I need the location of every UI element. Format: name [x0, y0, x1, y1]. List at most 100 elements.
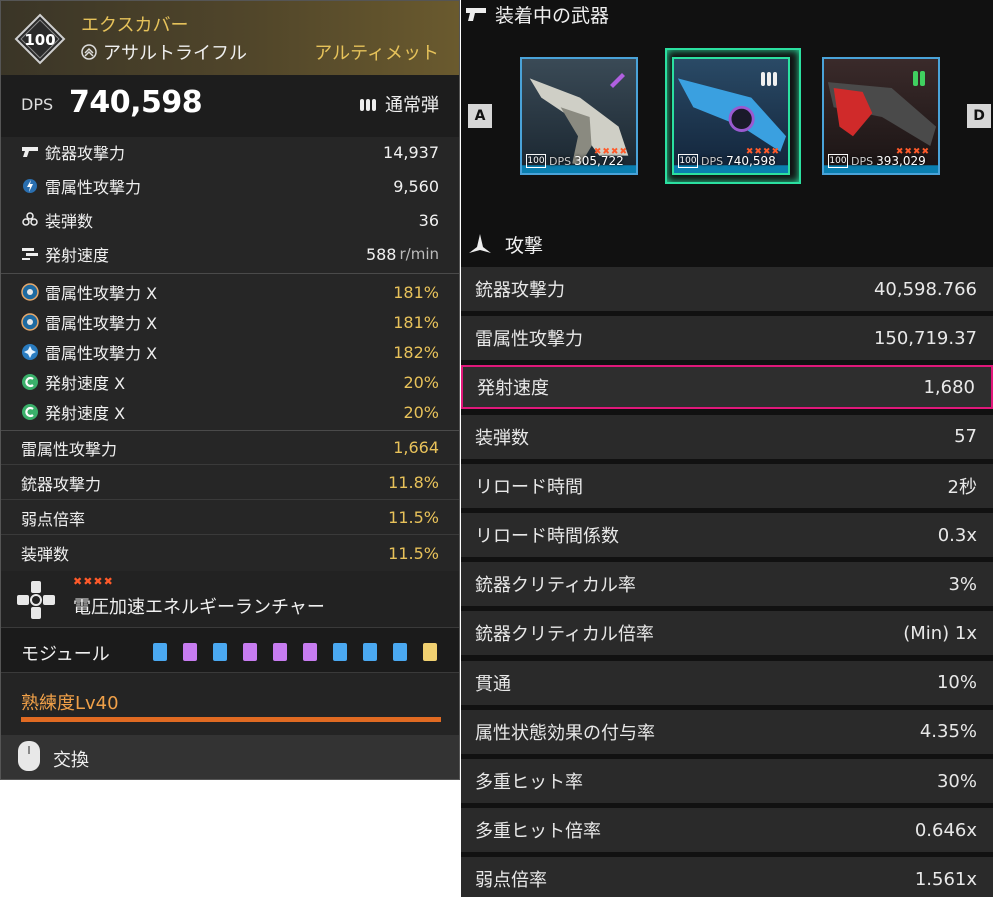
module-chip[interactable] [213, 643, 227, 661]
swap-label: 交換 [53, 750, 89, 771]
attack-stat-value: 57 [954, 426, 977, 448]
attack-stat-row: 装弾数 57 [461, 414, 993, 459]
module-row: モジュール [1, 627, 459, 673]
bonus-value: 11.8% [388, 473, 439, 492]
card-dps-value: 305,722 [574, 154, 624, 168]
bonus-value: 1,664 [393, 438, 439, 457]
level-badge-icon: 100 [14, 13, 66, 65]
dps-value: 740,598 [69, 85, 203, 120]
module-chip[interactable] [303, 643, 317, 661]
stat-label: 発射速度 [45, 246, 110, 265]
ammo-icon [610, 73, 625, 88]
module-chip[interactable] [333, 643, 347, 661]
attack-stat-value: 150,719.37 [873, 327, 977, 349]
weapon-header: 100 エクスカバー アサルトライフル アルティメット [1, 1, 459, 75]
module-chip[interactable] [363, 643, 377, 661]
substat-label: 雷属性攻撃力 X [45, 344, 158, 363]
weapon-name: エクスカバー [81, 15, 189, 36]
bonus-value: 11.5% [388, 543, 439, 563]
attack-stat-row: 銃器攻撃力 40,598.766 [461, 267, 993, 311]
module-chip[interactable] [423, 643, 437, 661]
module-chip[interactable] [183, 643, 197, 661]
bullets-icon [761, 72, 777, 86]
attack-stat-value: 40,598.766 [873, 278, 977, 300]
bonus-row: 銃器攻撃力 11.8% [1, 466, 459, 500]
slot-a-key[interactable]: A [468, 104, 492, 128]
ammo-type: 通常弾 [359, 91, 439, 117]
module-chip[interactable] [153, 643, 167, 661]
magazine-icon [21, 211, 39, 229]
stat-label: 装弾数 [45, 212, 94, 231]
bonus-value: 11.5% [388, 508, 439, 527]
skill-stars: ✖✖✖✖ [73, 575, 114, 588]
swap-button[interactable]: 交換 [1, 735, 459, 779]
bullets-icon [360, 99, 376, 111]
attack-stat-label: 銃器攻撃力 [475, 280, 565, 301]
card-dps-label: DPS [549, 154, 572, 168]
card-level: 100 [526, 154, 546, 168]
divider [1, 273, 459, 274]
attack-stat-label: 多重ヒット倍率 [475, 821, 601, 843]
attack-stat-label: 装弾数 [475, 427, 529, 449]
attack-stat-value: 1.561x [914, 868, 977, 890]
rank-chevron-icon [81, 44, 97, 60]
core-star-icon [21, 343, 39, 361]
attack-stat-value: 1,680 [923, 376, 975, 398]
bonus-row: 雷属性攻撃力 1,664 [1, 431, 459, 465]
proficiency-bar [21, 717, 441, 722]
attack-stat-row: 銃器クリティカル倍率 (Min) 1x [461, 611, 993, 656]
bonus-label: 弱点倍率 [21, 509, 86, 529]
attack-stat-value: 0.646x [914, 819, 977, 841]
attack-stat-value: 30% [936, 770, 977, 792]
attack-stat-value: 0.3x [937, 524, 977, 546]
attack-stat-label: 発射速度 [477, 378, 549, 400]
attack-title: 攻撃 [505, 234, 544, 257]
attack-stat-value: 4.35% [919, 721, 977, 743]
bonus-label: 装弾数 [21, 545, 70, 564]
stat-unit: r/min [399, 245, 439, 263]
attack-stat-value: (Min) 1x [903, 622, 977, 644]
card-dps: 100 DPS 305,722 [526, 154, 624, 168]
proficiency: 熟練度Lv40 [1, 673, 459, 735]
module-chip[interactable] [273, 643, 287, 661]
weapon-level: 100 [24, 31, 55, 49]
card-dps: 100 DPS 740,598 [678, 154, 776, 168]
substat-value: 20% [403, 372, 439, 392]
substat-label: 雷属性攻撃力 X [45, 314, 158, 333]
stat-row: 装弾数 36 [1, 203, 459, 237]
substat-value: 20% [403, 402, 439, 422]
module-chip[interactable] [393, 643, 407, 661]
attack-stat-label: リロード時間係数 [475, 526, 619, 547]
attack-stat-row: リロード時間係数 0.3x [461, 513, 993, 557]
slot-d-key[interactable]: D [967, 104, 991, 128]
stat-value: 14,937 [383, 142, 439, 162]
bonus-row: 弱点倍率 11.5% [1, 501, 459, 535]
attack-stat-label: 雷属性攻撃力 [475, 329, 583, 351]
substat-value: 181% [393, 312, 439, 332]
pistol-icon [21, 143, 39, 161]
attack-stat-label: 属性状態効果の付与率 [475, 722, 655, 744]
attack-stat-row: 貫通 10% [461, 660, 993, 705]
weapon-card[interactable]: ✖✖✖✖ 100 DPS 305,722 [520, 57, 638, 175]
attack-stat-row: 銃器クリティカル率 3% [461, 562, 993, 607]
stat-value: 588 [365, 244, 397, 264]
substat-value: 181% [393, 282, 439, 302]
attack-icon [469, 234, 491, 253]
weapon-card[interactable]: ✖✖✖✖ 100 DPS 393,029 [822, 57, 940, 175]
module-chip[interactable] [243, 643, 257, 661]
weapon-rarity: アルティメット [314, 43, 439, 64]
stat-row: 銃器攻撃力 14,937 [1, 135, 459, 169]
equipped-header: 装着中の武器 [461, 0, 993, 28]
substat-label: 発射速度 X [45, 374, 126, 393]
card-level: 100 [678, 154, 698, 168]
weapon-type: アサルトライフル [81, 39, 247, 65]
dps-label: DPS [21, 95, 54, 114]
bonus-label: 銃器攻撃力 [21, 474, 102, 494]
equipped-title: 装着中の武器 [495, 4, 610, 27]
weapon-card-selected[interactable]: ✖✖✖✖ 100 DPS 740,598 [672, 57, 790, 175]
substat-label: 発射速度 X [45, 404, 126, 423]
weapon-type-label: アサルトライフル [103, 43, 247, 64]
attack-stat-value: 10% [936, 672, 977, 694]
module-skill: ✖✖✖✖ 電圧加速エネルギーランチャー [1, 571, 459, 627]
stat-row: 雷属性攻撃力 9,560 [1, 169, 459, 203]
